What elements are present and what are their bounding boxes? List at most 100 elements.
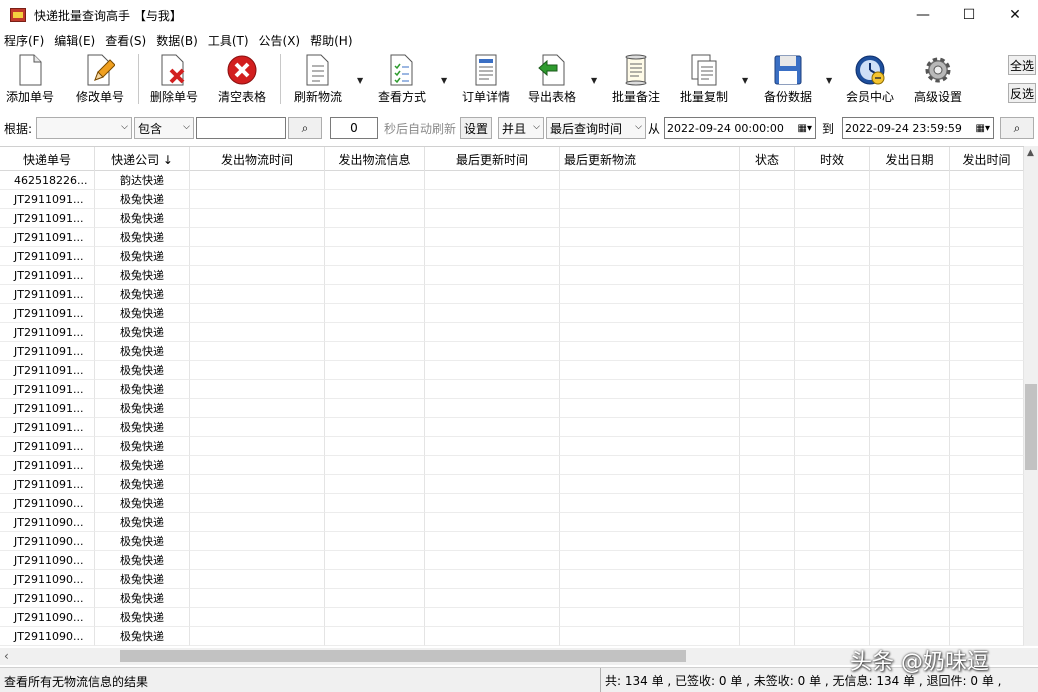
table-cell[interactable]	[560, 532, 740, 551]
vertical-scroll-thumb[interactable]	[1025, 384, 1037, 470]
table-cell[interactable]	[325, 380, 425, 399]
table-cell[interactable]	[325, 475, 425, 494]
table-cell[interactable]	[190, 513, 325, 532]
table-cell[interactable]	[560, 228, 740, 247]
table-cell[interactable]	[190, 209, 325, 228]
set-button[interactable]: 设置	[460, 117, 492, 139]
cell-tracking-number[interactable]: JT2911091...	[0, 209, 95, 228]
match-select[interactable]: 包含 ⌵	[134, 117, 194, 139]
table-cell[interactable]	[190, 380, 325, 399]
export-dropdown-arrow-icon[interactable]: ▼	[591, 76, 597, 85]
cell-tracking-number[interactable]: JT2911091...	[0, 228, 95, 247]
table-cell[interactable]	[190, 285, 325, 304]
clear-table-button[interactable]: 清空表格	[218, 54, 266, 106]
table-cell[interactable]	[740, 171, 795, 190]
cell-tracking-number[interactable]: JT2911091...	[0, 380, 95, 399]
table-row[interactable]: JT2911090... 极兔快递	[0, 589, 1024, 608]
table-cell[interactable]	[425, 342, 560, 361]
table-row[interactable]: JT2911090... 极兔快递	[0, 494, 1024, 513]
cell-tracking-number[interactable]: JT2911091...	[0, 456, 95, 475]
table-cell[interactable]	[425, 589, 560, 608]
table-cell[interactable]	[950, 532, 1024, 551]
cell-courier-company[interactable]: 极兔快递	[95, 380, 190, 399]
table-cell[interactable]	[795, 532, 870, 551]
cell-tracking-number[interactable]: JT2911090...	[0, 513, 95, 532]
table-cell[interactable]	[190, 570, 325, 589]
table-cell[interactable]	[325, 304, 425, 323]
advanced-settings-button[interactable]: 高级设置	[914, 54, 962, 106]
logic-select[interactable]: 并且 ⌵	[498, 117, 544, 139]
table-cell[interactable]	[325, 209, 425, 228]
table-cell[interactable]	[325, 399, 425, 418]
horizontal-scroll-thumb[interactable]	[120, 650, 686, 662]
cell-tracking-number[interactable]: JT2911091...	[0, 342, 95, 361]
minimize-button[interactable]: —	[900, 0, 946, 30]
table-cell[interactable]	[795, 304, 870, 323]
table-cell[interactable]	[870, 570, 950, 589]
table-cell[interactable]	[560, 475, 740, 494]
table-cell[interactable]	[870, 304, 950, 323]
cell-courier-company[interactable]: 极兔快递	[95, 190, 190, 209]
cell-courier-company[interactable]: 极兔快递	[95, 475, 190, 494]
table-cell[interactable]	[795, 475, 870, 494]
column-header-company[interactable]: 快递公司 ↓	[95, 147, 190, 171]
table-cell[interactable]	[190, 627, 325, 646]
table-cell[interactable]	[560, 209, 740, 228]
table-cell[interactable]	[740, 570, 795, 589]
table-row[interactable]: JT2911090... 极兔快递	[0, 532, 1024, 551]
table-cell[interactable]	[325, 513, 425, 532]
table-cell[interactable]	[795, 418, 870, 437]
table-cell[interactable]	[560, 190, 740, 209]
table-cell[interactable]	[425, 513, 560, 532]
table-cell[interactable]	[425, 285, 560, 304]
table-cell[interactable]	[325, 494, 425, 513]
table-cell[interactable]	[425, 247, 560, 266]
table-cell[interactable]	[560, 247, 740, 266]
table-cell[interactable]	[560, 456, 740, 475]
time-field-select[interactable]: 最后查询时间 ⌵	[546, 117, 646, 139]
table-cell[interactable]	[870, 247, 950, 266]
table-cell[interactable]	[425, 437, 560, 456]
table-cell[interactable]	[870, 209, 950, 228]
menu-data[interactable]: 数据(B)	[156, 32, 198, 49]
cell-tracking-number[interactable]: JT2911091...	[0, 266, 95, 285]
table-cell[interactable]	[425, 361, 560, 380]
cell-tracking-number[interactable]: JT2911091...	[0, 323, 95, 342]
table-cell[interactable]	[740, 266, 795, 285]
cell-tracking-number[interactable]: JT2911091...	[0, 399, 95, 418]
table-cell[interactable]	[190, 266, 325, 285]
table-cell[interactable]	[190, 532, 325, 551]
menu-program[interactable]: 程序(F)	[4, 32, 44, 49]
invert-selection-button[interactable]: 反选	[1008, 83, 1036, 103]
table-cell[interactable]	[740, 475, 795, 494]
cell-courier-company[interactable]: 极兔快递	[95, 247, 190, 266]
table-row[interactable]: JT2911091... 极兔快递	[0, 380, 1024, 399]
table-cell[interactable]	[325, 551, 425, 570]
member-center-button[interactable]: 会员中心	[846, 54, 894, 106]
refresh-logistics-button[interactable]: 刷新物流	[294, 54, 342, 106]
table-cell[interactable]	[740, 627, 795, 646]
table-cell[interactable]	[190, 361, 325, 380]
table-cell[interactable]	[795, 513, 870, 532]
cell-courier-company[interactable]: 极兔快递	[95, 361, 190, 380]
vertical-scrollbar[interactable]: ▲	[1024, 146, 1038, 646]
to-datetime-picker[interactable]: 2022-09-24 23:59:59 ▦▾	[842, 117, 994, 139]
table-row[interactable]: JT2911090... 极兔快递	[0, 608, 1024, 627]
table-cell[interactable]	[950, 342, 1024, 361]
table-cell[interactable]	[795, 209, 870, 228]
table-cell[interactable]	[795, 589, 870, 608]
table-cell[interactable]	[425, 456, 560, 475]
table-cell[interactable]	[190, 437, 325, 456]
table-cell[interactable]	[560, 589, 740, 608]
table-cell[interactable]	[870, 551, 950, 570]
table-cell[interactable]	[190, 608, 325, 627]
table-cell[interactable]	[870, 228, 950, 247]
cell-courier-company[interactable]: 极兔快递	[95, 285, 190, 304]
cell-tracking-number[interactable]: JT2911091...	[0, 475, 95, 494]
table-cell[interactable]	[950, 323, 1024, 342]
column-header-ship-time[interactable]: 发出物流时间	[190, 147, 325, 171]
table-cell[interactable]	[740, 437, 795, 456]
table-row[interactable]: 462518226... 韵达快递	[0, 171, 1024, 190]
table-cell[interactable]	[950, 475, 1024, 494]
table-row[interactable]: JT2911090... 极兔快递	[0, 513, 1024, 532]
